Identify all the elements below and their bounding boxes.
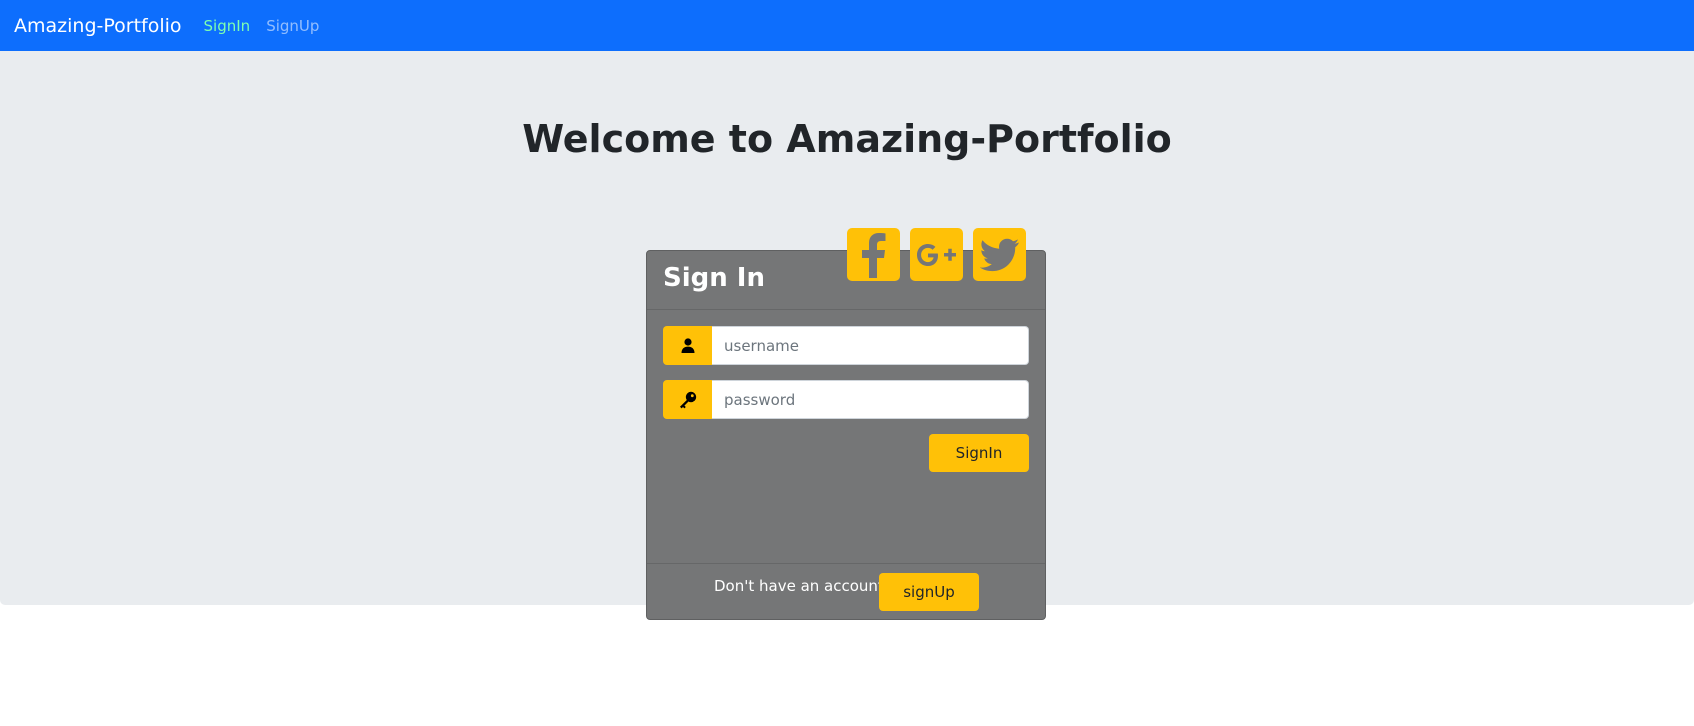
navbar: Amazing-Portfolio SignIn SignUp [0, 0, 1694, 51]
facebook-icon[interactable] [847, 228, 900, 281]
google-plus-icon[interactable] [910, 228, 963, 281]
password-group [663, 380, 1029, 419]
signin-button[interactable]: SignIn [929, 434, 1029, 472]
username-group [663, 326, 1029, 365]
password-input[interactable] [712, 380, 1029, 419]
nav-link-signup[interactable]: SignUp [266, 17, 319, 35]
page-title: Welcome to Amazing-Portfolio [522, 117, 1172, 161]
user-icon [663, 326, 712, 365]
card-header: Sign In [647, 228, 1045, 310]
signin-card: Sign In username SignIn Don't have an ac… [646, 228, 1046, 620]
no-account-text: Don't have an account? [714, 577, 892, 595]
key-icon [663, 380, 712, 419]
username-input[interactable] [712, 326, 1029, 365]
navbar-brand[interactable]: Amazing-Portfolio [14, 15, 182, 37]
card-footer: Don't have an account? signUp [647, 563, 1045, 619]
signup-button[interactable]: signUp [879, 573, 979, 611]
twitter-icon[interactable] [973, 228, 1026, 281]
nav-link-signin[interactable]: SignIn [204, 17, 251, 35]
jumbotron: Welcome to Amazing-Portfolio Sign In use… [0, 51, 1694, 620]
card-title: Sign In [663, 263, 765, 293]
